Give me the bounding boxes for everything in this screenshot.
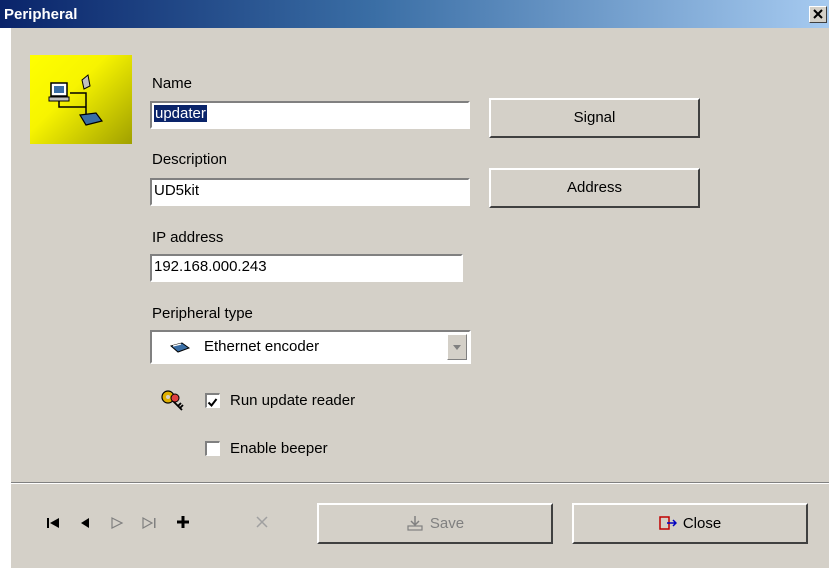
first-record-icon[interactable] [46, 517, 60, 529]
window-title: Peripheral [4, 6, 78, 23]
signal-button-label: Signal [573, 109, 616, 126]
close-button-label: Close [682, 515, 722, 532]
last-record-icon[interactable] [142, 517, 158, 529]
save-button[interactable]: Save [317, 503, 553, 544]
add-record-icon[interactable] [176, 515, 190, 529]
signal-button[interactable]: Signal [489, 98, 700, 138]
ip-address-label: IP address [152, 229, 224, 246]
name-field-value: updater [154, 105, 207, 122]
chevron-down-icon [453, 345, 461, 350]
address-button-label: Address [566, 179, 623, 196]
description-label: Description [152, 151, 228, 168]
checkmark-icon [207, 398, 218, 408]
close-button[interactable]: Close [572, 503, 808, 544]
enable-beeper-checkbox[interactable] [205, 441, 220, 456]
peripheral-type-select[interactable]: Ethernet encoder [150, 330, 471, 364]
network-peripheral-icon [48, 74, 104, 126]
description-field[interactable]: UD5kit [150, 178, 470, 206]
title-bar: Peripheral [0, 0, 829, 28]
delete-record-icon[interactable] [255, 515, 269, 529]
keys-icon [161, 390, 184, 411]
close-icon [813, 9, 823, 19]
name-field[interactable]: updater [150, 101, 470, 129]
run-update-reader-checkbox[interactable] [205, 393, 220, 408]
peripheral-type-value: Ethernet encoder [204, 338, 320, 355]
run-update-reader-label[interactable]: Run update reader [230, 392, 355, 409]
next-record-icon[interactable] [110, 517, 124, 529]
enable-beeper-label[interactable]: Enable beeper [230, 440, 328, 457]
save-icon [407, 516, 423, 531]
peripheral-type-label: Peripheral type [152, 305, 253, 322]
close-door-icon [659, 516, 677, 530]
window-close-button[interactable] [809, 6, 827, 23]
save-button-label: Save [429, 515, 465, 532]
ethernet-device-icon [170, 342, 190, 353]
prev-record-icon[interactable] [80, 518, 90, 528]
name-label: Name [152, 75, 193, 92]
peripheral-tile [30, 55, 132, 144]
ip-address-field[interactable]: 192.168.000.243 [150, 254, 463, 282]
address-button[interactable]: Address [489, 168, 700, 208]
dropdown-arrow-button[interactable] [447, 334, 467, 360]
